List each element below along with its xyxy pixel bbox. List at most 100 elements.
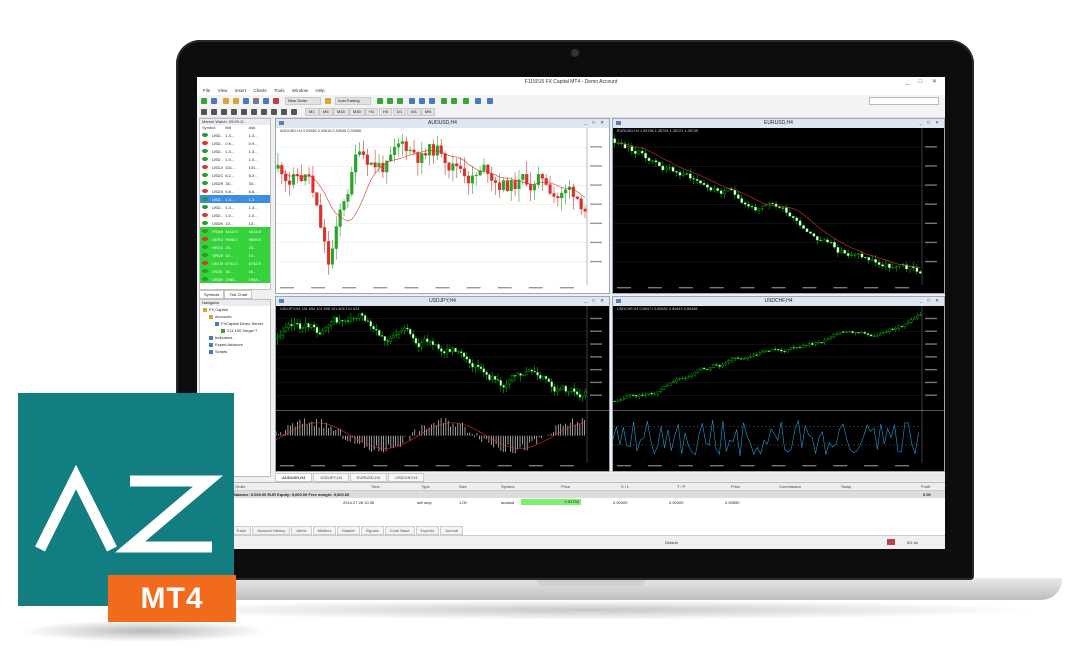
market-watch-row[interactable]: USDSEK6.8...6.8... [200,187,270,195]
tile-windows-icon[interactable] [429,98,435,104]
tester-icon[interactable] [263,98,269,104]
nav-accounts[interactable]: Accounts [200,313,270,320]
market-watch-row[interactable]: USD... 1.3... 1.3... [200,203,270,211]
menu-window[interactable]: Window [292,87,308,95]
ttab-codebase[interactable]: Code Base [384,526,415,535]
th-profit[interactable]: Profit [921,484,930,489]
market-watch-row[interactable]: USD... 1.3... 1.3... [200,195,270,203]
market-watch-row[interactable]: UK100 6741.0 6742.0 [200,259,270,267]
market-watch-row[interactable]: GER309908.0 9909.0 [200,235,270,243]
search-input[interactable] [869,97,939,105]
tab-symbols[interactable]: Symbols [199,290,225,299]
market-watch-row[interactable]: USDRUB34...34... [200,179,270,187]
chart-window-eurusd[interactable]: EURUSD,H4 _ □ ✕ EURUSD,H4 1.35786 1.35794… [612,118,945,294]
chart-window-audusd[interactable]: AUDUSD,H4 _ □ ✕ AUDUSD,H4 0.93550 0.93616… [275,118,610,294]
market-watch-row[interactable]: USD... 0.9... 0.9... [200,139,270,147]
indicators-icon[interactable] [463,98,469,104]
th-swap[interactable]: Swap [841,484,851,489]
menu-charts[interactable]: Charts [253,87,266,95]
tf-w1[interactable]: W1 [407,108,421,116]
window-controls[interactable]: _ □ ✕ [906,78,941,85]
tf-mn[interactable]: MN [421,108,436,116]
chart-window-controls[interactable]: _ □ ✕ [920,120,942,126]
market-watch-row[interactable]: HKG3323...23... [200,243,270,251]
nav-experts[interactable]: Expert Advisors [200,341,270,348]
templates-icon[interactable] [487,98,493,104]
col-bid[interactable]: Bid [223,125,246,131]
fibonacci-icon[interactable] [261,109,267,115]
tf-d1[interactable]: D1 [393,108,407,116]
cursor-icon[interactable] [201,109,207,115]
channel-icon[interactable] [251,109,257,115]
col-ask[interactable]: Ask [247,125,270,131]
zoom-in-icon[interactable] [409,98,415,104]
market-watch-row[interactable]: USDMXN13...13... [200,219,270,227]
th-size[interactable]: Size [459,484,467,489]
th-commission[interactable]: Commission [779,484,801,489]
menu-tools[interactable]: Tools [274,87,285,95]
market-watch-icon[interactable] [223,98,229,104]
ttab-journal[interactable]: Journal [440,526,464,535]
th-price2[interactable]: Price [731,484,740,489]
line-chart-icon[interactable] [397,98,403,104]
tf-h1[interactable]: H1 [365,108,379,116]
menu-insert[interactable]: Insert [235,87,246,95]
trendline-icon[interactable] [241,109,247,115]
status-profile[interactable]: Default [665,540,678,545]
data-window-icon[interactable] [233,98,239,104]
autotrading-button[interactable]: AutoTrading [335,97,371,105]
market-watch-row[interactable]: US500 1963... 1964... [200,275,270,283]
market-watch-row[interactable]: USDCNH6.2...6.2... [200,171,270,179]
ttab-history[interactable]: Account History [252,526,291,535]
horizontal-line-icon[interactable] [231,109,237,115]
th-price[interactable]: Price [561,484,570,489]
nav-scripts[interactable]: Scripts [200,348,270,355]
chart-window-controls[interactable]: _ □ ✕ [585,298,607,304]
navigator-icon[interactable] [243,98,249,104]
chart-window-usdchf[interactable]: USDCHF,H4 _ □ ✕ USDCHF,H4 0.89471 0.89492… [612,296,945,472]
th-type[interactable]: Type [421,484,430,489]
ttab-alerts[interactable]: Alerts [291,526,312,535]
ttab-mailbox[interactable]: Mailbox [312,526,337,535]
chart-shift-icon[interactable] [451,98,457,104]
chart-tab-usdchf[interactable]: USDCHF,H4 [387,473,425,482]
new-order-button[interactable]: New Order [285,97,321,105]
order-row[interactable]: 2014.07.28 10:35 sell stop 1.00 audusd 0… [231,499,945,506]
col-symbol[interactable]: Symbol [200,125,223,131]
nav-root[interactable]: FX Capital [200,306,270,313]
menu-view[interactable]: View [218,87,228,95]
bar-chart-icon[interactable] [377,98,383,104]
profiles-icon[interactable] [211,98,217,104]
th-sl[interactable]: S / L [621,484,629,489]
th-tp[interactable]: T / P [677,484,685,489]
periods-icon[interactable] [475,98,481,104]
label-icon[interactable] [281,109,287,115]
th-symbol[interactable]: Symbol [501,484,514,489]
tf-m1[interactable]: M1 [305,108,319,116]
th-time[interactable]: Time [371,484,380,489]
text-icon[interactable] [271,109,277,115]
crosshair-icon[interactable] [211,109,217,115]
ttab-signals[interactable]: Signals [360,526,384,535]
chart-window-controls[interactable]: _ □ ✕ [585,120,607,126]
nav-server[interactable]: FXCapital Demo Server [200,320,270,327]
market-watch-row[interactable]: US30 16... 16... [200,267,270,275]
chart-window-usdjpy[interactable]: USDJPY,H4 _ □ ✕ USDJPY,H4 101.594 101.596… [275,296,610,472]
balance-row[interactable]: Balance: 5,000.00 EUR Equity: 5,000.00 F… [231,491,945,498]
market-watch-row[interactable]: USD... 1.0... 1.0... [200,155,270,163]
market-watch-row[interactable]: FRA40 4413.5 4414.5 [200,227,270,235]
market-watch-row[interactable]: SPA35 10... 10... [200,251,270,259]
chart-window-controls[interactable]: _ □ ✕ [920,298,942,304]
tf-m5[interactable]: M5 [319,108,333,116]
autoscroll-icon[interactable] [441,98,447,104]
ttab-trade[interactable]: Trade [231,526,252,535]
market-watch-row[interactable]: USD... 1.0... 1.0... [200,211,270,219]
menu-file[interactable]: File [203,87,210,95]
nav-indicators[interactable]: Indicators [200,334,270,341]
tf-m30[interactable]: M30 [349,108,365,116]
nav-account[interactable]: 211 100 Sergei T [200,327,270,334]
market-watch-row[interactable]: USD... 1.3... 1.3... [200,131,270,139]
menu-help[interactable]: Help [315,87,324,95]
candlestick-icon[interactable] [387,98,393,104]
market-watch-row[interactable]: USDJPY101...101... [200,163,270,171]
